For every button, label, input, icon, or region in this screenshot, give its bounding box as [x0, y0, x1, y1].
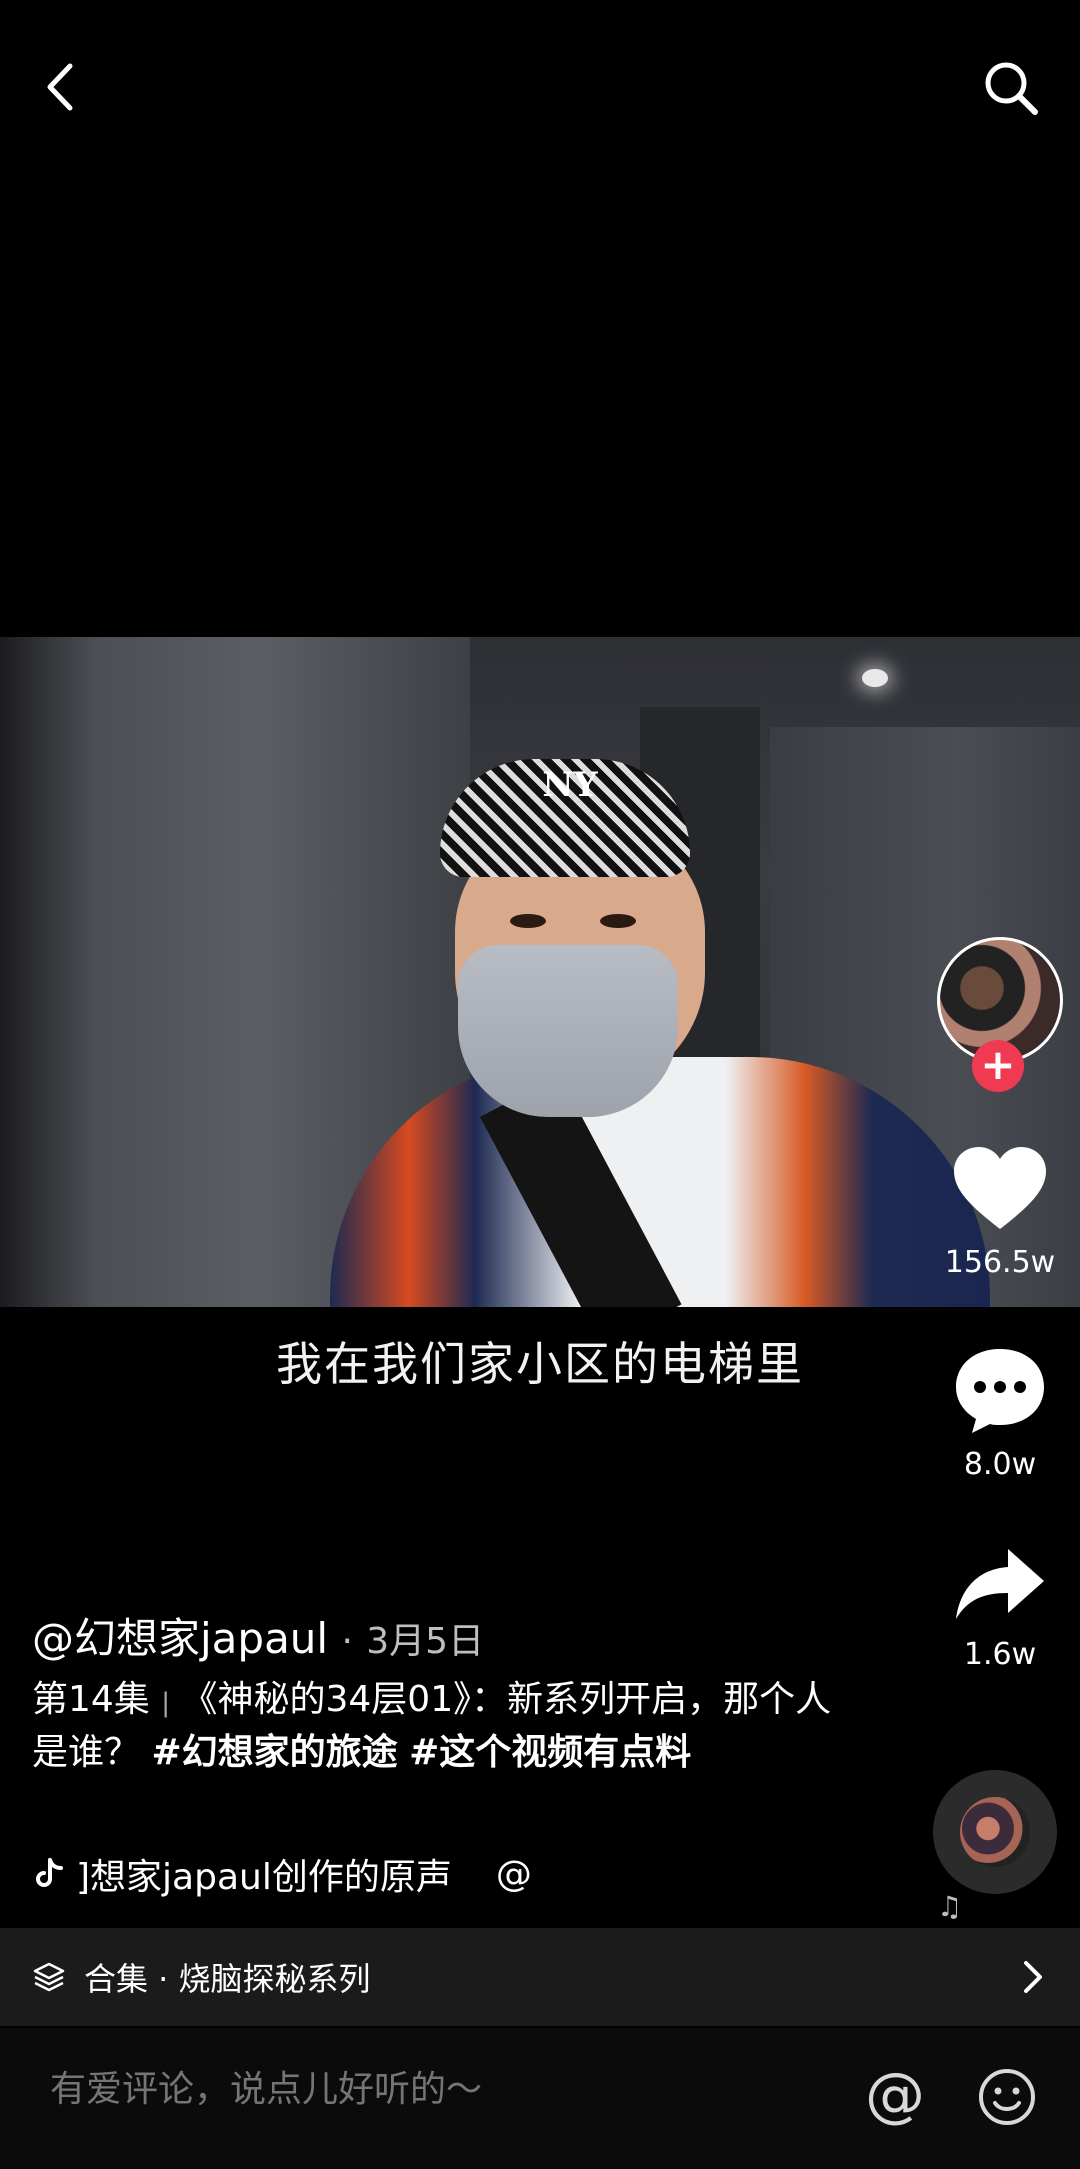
episode-label: 第14集	[32, 1679, 150, 1720]
back-button[interactable]	[28, 52, 98, 122]
emoji-icon	[979, 2069, 1035, 2125]
post-date: 3月5日	[366, 1621, 485, 1662]
hashtag-link[interactable]: #幻想家的旅途	[151, 1732, 397, 1773]
search-button[interactable]	[975, 52, 1045, 122]
like-count: 156.5w	[944, 1245, 1056, 1280]
date-separator: ·	[341, 1621, 353, 1662]
music-disc-cover	[960, 1797, 1030, 1867]
music-label: ]想家japaul创作的原声	[76, 1857, 452, 1898]
like-button[interactable]: 156.5w	[920, 1145, 1080, 1280]
video-person-eye	[510, 914, 546, 928]
author-handle[interactable]: @幻想家japaul	[32, 1614, 328, 1663]
share-button[interactable]: 1.6w	[920, 1545, 1080, 1672]
collection-bar[interactable]: 合集 · 烧脑探秘系列	[0, 1928, 1080, 2026]
author-line: @幻想家japaul · 3月5日	[32, 1605, 484, 1666]
music-note-icon: ♫	[937, 1890, 963, 1923]
emoji-button[interactable]	[976, 2066, 1038, 2128]
music-disc[interactable]	[933, 1770, 1057, 1894]
video-subtitle: 我在我们家小区的电梯里	[276, 1337, 804, 1391]
comment-input[interactable]	[48, 2068, 752, 2111]
back-icon	[47, 63, 73, 111]
collection-label: 合集 · 烧脑探秘系列	[84, 1960, 371, 1998]
episode-separator: |	[161, 1688, 171, 1718]
comment-icon	[956, 1349, 1044, 1433]
chevron-right-icon	[1024, 1961, 1042, 1993]
share-count: 1.6w	[963, 1637, 1037, 1672]
video-person-mask	[458, 945, 678, 1117]
comment-button[interactable]: 8.0w	[920, 1345, 1080, 1482]
music-at: @	[495, 1853, 532, 1895]
cap-logo: NY	[542, 765, 598, 805]
follow-button[interactable]: +	[972, 1040, 1024, 1092]
search-icon	[985, 62, 1038, 115]
video-description[interactable]: 第14集 | 《神秘的34层01》：新系列开启，那个人是谁？ #幻想家的旅途 #…	[32, 1675, 832, 1778]
video-light	[862, 669, 888, 687]
music-line[interactable]: ]想家japaul创作的原声 @	[32, 1848, 532, 1900]
comment-count: 8.0w	[963, 1447, 1037, 1482]
video-frame[interactable]: NY	[0, 637, 1080, 1307]
hashtag-link[interactable]: #这个视频有点料	[409, 1732, 691, 1773]
tiktok-note-icon	[36, 1858, 63, 1887]
mention-button[interactable]: @	[860, 2064, 930, 2134]
layers-icon	[33, 1962, 65, 1992]
heart-icon	[954, 1147, 1046, 1229]
share-icon	[956, 1549, 1044, 1619]
video-person-eye	[600, 914, 636, 928]
